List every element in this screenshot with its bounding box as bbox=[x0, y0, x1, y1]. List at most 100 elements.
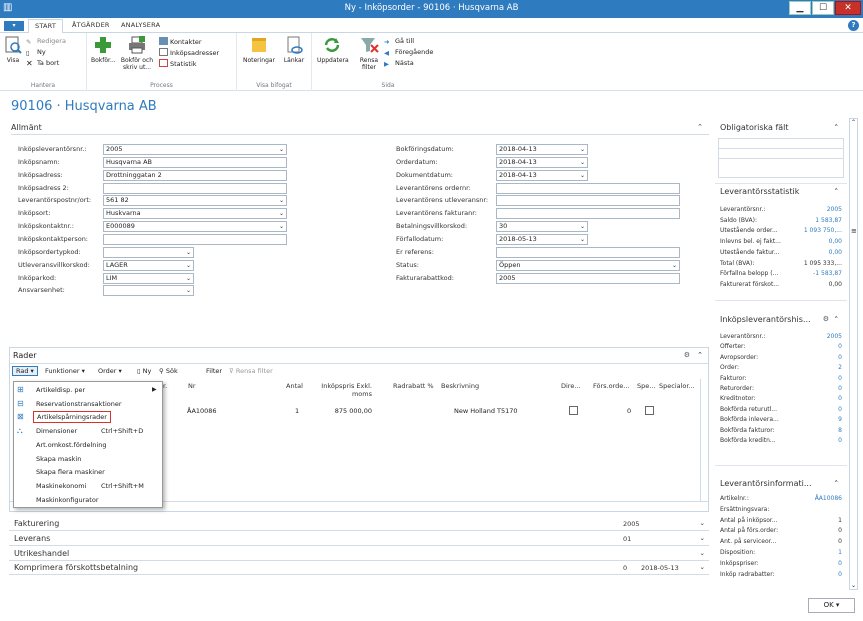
vertical-scrollbar[interactable] bbox=[700, 379, 708, 501]
collapse-icon[interactable]: ⌃ bbox=[834, 187, 839, 195]
specialorder-checkbox[interactable] bbox=[645, 406, 654, 415]
chevron-down-icon[interactable]: ⌄ bbox=[279, 209, 284, 218]
chevron-down-icon[interactable]: ⌄ bbox=[279, 222, 284, 231]
field-input[interactable]: 2018-05-13 ⌄ bbox=[496, 233, 588, 245]
menu-item[interactable]: ⊟ Reservationstransaktioner bbox=[14, 398, 162, 410]
page-scrollbar[interactable]: ⌃ ≡ ⌄ bbox=[849, 118, 858, 590]
menu-item[interactable]: ⊠ Artikelspårningsrader bbox=[14, 411, 162, 424]
field-input[interactable] bbox=[496, 195, 680, 207]
gatill-button[interactable]: ➜ Gå till bbox=[384, 37, 414, 46]
visa-button[interactable]: Visa bbox=[3, 35, 23, 64]
scroll-up-icon[interactable]: ⌃ bbox=[851, 119, 856, 126]
collapse-icon[interactable]: ⌃ bbox=[834, 315, 839, 323]
menu-item[interactable]: ⊞ Artikeldisp. per ▶ bbox=[14, 384, 162, 396]
col-header-spe[interactable]: Spe... bbox=[637, 382, 655, 390]
nasta-button[interactable]: ▶ Nästa bbox=[384, 59, 414, 68]
chevron-down-icon[interactable]: ⌄ bbox=[279, 196, 284, 205]
field-input[interactable]: 2005 ⌄ bbox=[103, 144, 287, 155]
tabort-button[interactable]: ✕ Ta bort bbox=[26, 59, 59, 68]
rad-menu-button[interactable]: Rad ▾ bbox=[12, 366, 38, 376]
cell-forsorder[interactable]: 0 bbox=[627, 407, 631, 415]
col-header-antal[interactable]: Antal bbox=[286, 382, 303, 390]
chevron-down-icon[interactable]: ⌄ bbox=[186, 274, 191, 283]
menu-item[interactable]: Skapa flera maskiner bbox=[14, 466, 162, 478]
col-header-rabatt[interactable]: Radrabatt % bbox=[393, 382, 434, 390]
filter-button[interactable]: Filter bbox=[206, 367, 222, 375]
fasttab-header[interactable]: Fakturering 2005 ⌄ bbox=[9, 516, 709, 531]
col-header-nr[interactable]: Nr bbox=[188, 382, 196, 390]
bokfor-button[interactable]: Bokför... bbox=[91, 35, 116, 64]
field-input[interactable]: 30 ⌄ bbox=[496, 221, 588, 233]
chevron-down-icon[interactable]: ⌄ bbox=[700, 563, 705, 571]
menu-item[interactable]: ⛬ Dimensioner Ctrl+Shift+D bbox=[14, 425, 162, 437]
kontakter-button[interactable]: Kontakter bbox=[159, 37, 202, 46]
menu-item[interactable]: Art.omkost.fördelning bbox=[14, 439, 162, 451]
field-input[interactable] bbox=[496, 246, 680, 258]
redigera-button[interactable]: ✎ Redigera bbox=[26, 37, 66, 46]
fasttab-header[interactable]: Leverans 01 ⌄ bbox=[9, 531, 709, 546]
chevron-down-icon[interactable]: ⌄ bbox=[186, 248, 191, 257]
chevron-down-icon[interactable]: ⌄ bbox=[580, 222, 585, 231]
field-input[interactable]: 2018-04-13 ⌄ bbox=[496, 156, 588, 168]
chevron-down-icon[interactable]: ⌄ bbox=[700, 519, 705, 527]
cell-antal[interactable]: 1 bbox=[295, 407, 299, 415]
scroll-grip-icon[interactable]: ≡ bbox=[851, 227, 857, 235]
order-menu-button[interactable]: Order ▾ bbox=[98, 367, 122, 375]
scroll-down-icon[interactable]: ⌄ bbox=[851, 582, 856, 589]
help-icon[interactable]: ? bbox=[848, 20, 859, 31]
minimize-button[interactable]: ▁ bbox=[789, 1, 811, 15]
chevron-down-icon[interactable]: ⌄ bbox=[672, 261, 677, 270]
field-input[interactable] bbox=[496, 208, 680, 220]
field-input[interactable]: ⌄ bbox=[103, 285, 194, 297]
funktioner-menu-button[interactable]: Funktioner ▾ bbox=[45, 367, 85, 375]
collapse-icon[interactable]: ⌃ bbox=[697, 123, 703, 131]
maximize-button[interactable]: ☐ bbox=[812, 1, 834, 15]
field-input[interactable] bbox=[496, 182, 680, 194]
menu-item[interactable]: Maskinkonfigurator bbox=[14, 494, 162, 506]
menu-item[interactable]: Maskinekonomi Ctrl+Shift+M bbox=[14, 480, 162, 492]
tab-analysera[interactable]: ANALYSERA bbox=[121, 21, 160, 29]
field-input[interactable]: Huskvarna ⌄ bbox=[103, 208, 287, 220]
rensa-filter-line-button[interactable]: ⊽ Rensa filter bbox=[229, 367, 273, 375]
chevron-down-icon[interactable]: ⌄ bbox=[700, 534, 705, 542]
fasttab-header[interactable]: Utrikeshandel ⌄ bbox=[9, 546, 709, 561]
ny-line-button[interactable]: ▯ Ny bbox=[137, 367, 151, 375]
ny-button[interactable]: ▯ Ny bbox=[26, 48, 46, 57]
col-header-pris[interactable]: Inköpspris Exkl. moms bbox=[316, 382, 372, 398]
close-button[interactable]: ✕ bbox=[835, 1, 861, 15]
chevron-down-icon[interactable]: ⌄ bbox=[186, 261, 191, 270]
field-input[interactable] bbox=[103, 233, 287, 245]
cell-pris[interactable]: 875 000,00 bbox=[322, 407, 372, 415]
field-input[interactable]: LIM ⌄ bbox=[103, 272, 194, 284]
col-header-forsorder[interactable]: Förs.orde... bbox=[593, 382, 629, 390]
chevron-down-icon[interactable]: ⌄ bbox=[580, 235, 585, 244]
col-header-beskrivning[interactable]: Beskrivning bbox=[441, 382, 479, 390]
collapse-icon[interactable]: ⌃ bbox=[834, 479, 839, 487]
bokfor-skriv-button[interactable]: Bokför och skriv ut... bbox=[119, 35, 155, 71]
col-header-direktleverans[interactable]: Dire... bbox=[561, 382, 581, 390]
chevron-down-icon[interactable]: ⌄ bbox=[580, 145, 585, 154]
field-input[interactable]: LAGER ⌄ bbox=[103, 259, 194, 271]
field-input[interactable]: Öppen ⌄ bbox=[496, 259, 680, 271]
settings-icon[interactable]: ⚙ bbox=[684, 351, 690, 359]
collapse-icon[interactable]: ⌃ bbox=[697, 351, 703, 359]
direktleverans-checkbox[interactable] bbox=[569, 406, 578, 415]
sok-button[interactable]: ⚲ Sök bbox=[159, 367, 178, 375]
field-input[interactable]: E000089 ⌄ bbox=[103, 221, 287, 233]
settings-icon[interactable]: ⚙ bbox=[823, 315, 829, 323]
chevron-down-icon[interactable]: ⌄ bbox=[279, 145, 284, 154]
lankar-button[interactable]: Länkar bbox=[281, 35, 307, 64]
col-header-typ[interactable]: r. bbox=[163, 382, 167, 390]
field-input[interactable]: 2018-04-13 ⌄ bbox=[496, 144, 588, 155]
cell-beskrivning[interactable]: New Holland T5170 bbox=[454, 407, 518, 415]
noteringar-button[interactable]: Noteringar bbox=[242, 35, 276, 64]
field-input[interactable]: 561 82 ⌄ bbox=[103, 195, 287, 207]
field-input[interactable]: Drottninggatan 2 bbox=[103, 169, 287, 181]
menu-item[interactable]: Skapa maskin bbox=[14, 453, 162, 465]
chevron-down-icon[interactable]: ⌄ bbox=[700, 549, 705, 557]
inkopsadresser-button[interactable]: Inköpsadresser bbox=[159, 48, 219, 57]
foregaende-button[interactable]: ◀ Föregående bbox=[384, 48, 433, 57]
tab-atgarder[interactable]: ÅTGÄRDER bbox=[72, 21, 110, 29]
field-input[interactable]: 2005 bbox=[496, 272, 680, 284]
fasttab-header[interactable]: Komprimera förskottsbetalning 0 2018-05-13… bbox=[9, 560, 709, 576]
